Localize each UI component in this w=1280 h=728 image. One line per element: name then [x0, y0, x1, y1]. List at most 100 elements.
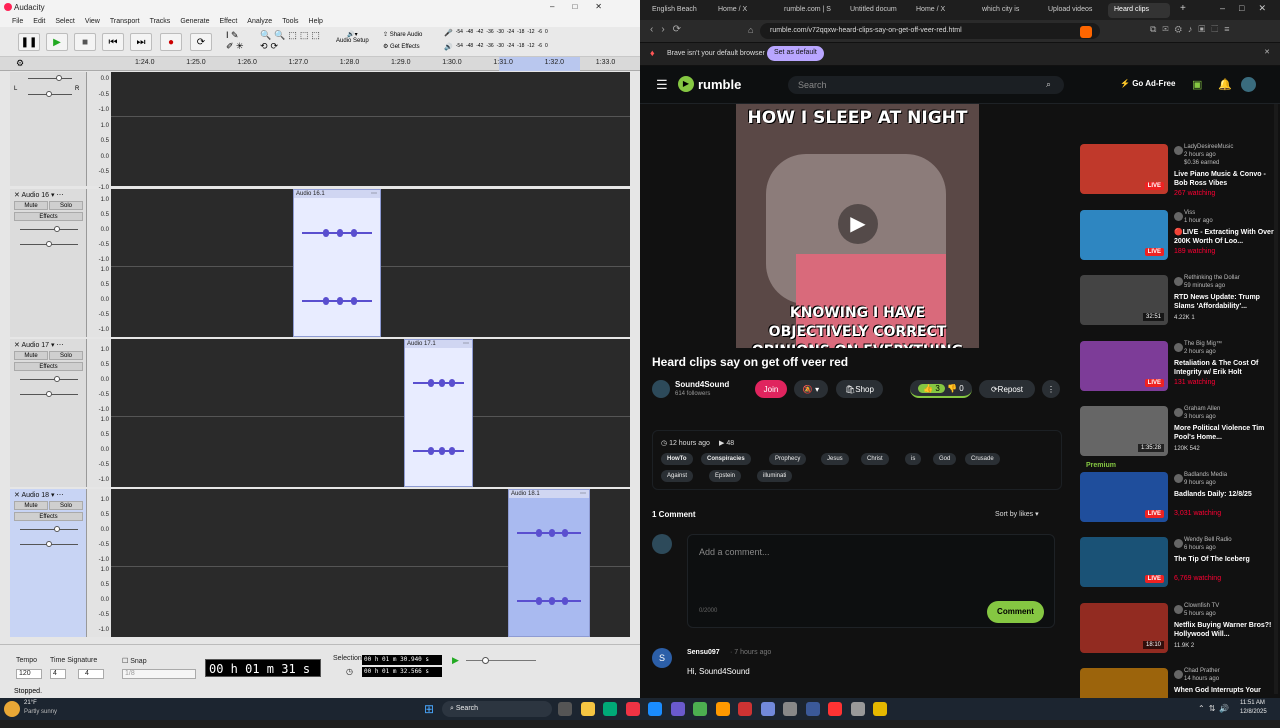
pan-slider-thumb[interactable]: [46, 241, 52, 247]
channel-name[interactable]: Sound4Sound: [675, 380, 729, 389]
rumble-logo-icon[interactable]: ▶: [678, 76, 694, 92]
sidebar-video[interactable]: 18:10 Clownfish TV 5 hours ago Netflix Buyi…: [1080, 602, 1275, 663]
video-player[interactable]: HOW I SLEEP AT NIGHT KNOWING I HAVE OBJE…: [736, 104, 979, 348]
tag-pill[interactable]: is: [905, 453, 922, 465]
video-thumbnail[interactable]: LIVE: [1080, 209, 1168, 260]
channel-name[interactable]: Badlands Media: [1184, 472, 1227, 478]
solo-button[interactable]: Solo: [49, 201, 83, 210]
menu-tracks[interactable]: Tracks: [150, 18, 171, 25]
menu-icon[interactable]: ☰: [656, 77, 668, 93]
premium-badge[interactable]: Premium: [1086, 462, 1116, 469]
edge-icon[interactable]: [648, 702, 662, 716]
channel-name[interactable]: Viss: [1184, 210, 1195, 216]
browser-icon[interactable]: [693, 702, 707, 716]
comment-input[interactable]: Add a comment...: [699, 547, 770, 557]
speed-slider-thumb[interactable]: [482, 657, 489, 664]
tag-pill[interactable]: illuminati: [757, 470, 793, 482]
channel-avatar[interactable]: [1174, 670, 1183, 679]
audio-clip[interactable]: Audio 17.1 ⋯: [404, 339, 473, 487]
video-title[interactable]: Badlands Daily: 12/8/25: [1174, 490, 1274, 499]
skip-start-button[interactable]: ⏮: [102, 33, 124, 51]
commenter-name[interactable]: Sensu097: [687, 649, 720, 656]
track-name[interactable]: ✕ Audio 16 ▾ ⋯: [14, 191, 63, 199]
gain-slider-thumb[interactable]: [54, 376, 60, 382]
selection-end[interactable]: 00 h 01 m 32.566 s: [362, 667, 442, 677]
video-title[interactable]: Retaliation & The Cost Of Integrity w/ E…: [1174, 359, 1274, 377]
channel-name[interactable]: Rethinking the Dollar: [1184, 275, 1240, 281]
audio-track[interactable]: ✕ Audio 17 ▾ ⋯ Mute Solo Effects 1.0 0.5 0.0 -0…: [10, 339, 630, 487]
comment-button[interactable]: Comment: [987, 601, 1044, 623]
selection-start[interactable]: 00 h 01 m 30.940 s: [362, 655, 442, 665]
channel-avatar[interactable]: [1174, 146, 1183, 155]
gain-slider-thumb[interactable]: [54, 526, 60, 532]
tempo-input[interactable]: 120: [16, 669, 42, 679]
discord-icon[interactable]: [760, 702, 775, 716]
video-title[interactable]: Netflix Buying Warner Bros?! Hollywood W…: [1174, 621, 1274, 639]
pan-slider[interactable]: [46, 91, 52, 97]
track-controls[interactable]: LR: [10, 72, 87, 186]
sidebar-video[interactable]: LIVE The Big Mig™ 2 hours ago Retaliation &…: [1080, 340, 1275, 401]
channel-name[interactable]: Wendy Bell Radio: [1184, 537, 1232, 543]
gain-slider-thumb[interactable]: [54, 226, 60, 232]
upload-icon[interactable]: ▣: [1192, 78, 1202, 91]
track-controls[interactable]: ✕ Audio 18 ▾ ⋯ Mute Solo Effects: [10, 489, 87, 637]
windows-start-icon[interactable]: ⊞: [424, 702, 434, 716]
video-thumbnail[interactable]: 32:51: [1080, 275, 1168, 325]
sidebar-video[interactable]: LIVE Wendy Bell Radio 6 hours ago The Tip O…: [1080, 537, 1275, 597]
brave-icon[interactable]: [625, 702, 640, 716]
weather-icon[interactable]: [4, 701, 20, 717]
scrollbar[interactable]: [1274, 104, 1278, 694]
time-display[interactable]: 00 h 01 m 31 s: [205, 659, 321, 677]
sidebar-video[interactable]: 32:51 Rethinking the Dollar 59 minutes ago…: [1080, 275, 1275, 335]
repost-button[interactable]: ⟳ Repost: [979, 380, 1035, 398]
play-button[interactable]: ▶: [46, 33, 68, 51]
tag-pill[interactable]: HowTo: [661, 453, 693, 465]
mute-button[interactable]: Mute: [14, 501, 48, 510]
play-at-speed-button[interactable]: ▶: [452, 655, 459, 666]
commenter-avatar[interactable]: S: [652, 648, 672, 668]
menu-view[interactable]: View: [85, 18, 100, 25]
join-button[interactable]: Join: [755, 380, 787, 398]
track-name[interactable]: ✕ Audio 18 ▾ ⋯: [14, 491, 63, 499]
close-icon[interactable]: ✕: [1264, 48, 1270, 56]
audio-setup-button[interactable]: 🔊▾ Audio Setup: [336, 31, 369, 44]
sort-select[interactable]: Sort by likes ▾: [995, 510, 1039, 518]
channel-avatar[interactable]: [1174, 604, 1183, 614]
sidebar-video[interactable]: LIVE Badlands Media 9 hours ago Badlands Da…: [1080, 471, 1275, 532]
browser-tab[interactable]: Heard clips: [1108, 3, 1170, 18]
gain-slider[interactable]: [20, 379, 78, 380]
channel-avatar[interactable]: [1174, 539, 1183, 548]
media-icon[interactable]: [828, 702, 842, 716]
pan-slider-thumb[interactable]: [46, 391, 52, 397]
track-partial[interactable]: LR 0.0 -0.5 -1.0 1.0 0.5 0.0 -0.5 -1.0: [10, 72, 630, 191]
brave-shield-icon[interactable]: [1080, 26, 1092, 38]
window-controls[interactable]: –□✕: [1220, 3, 1280, 14]
pause-button[interactable]: ❚❚: [18, 33, 40, 51]
notify-button[interactable]: 🔕 ▾: [794, 380, 828, 398]
audacity-icon[interactable]: [783, 702, 797, 716]
video-thumbnail[interactable]: LIVE: [1080, 537, 1168, 587]
tag-pill[interactable]: Prophecy: [769, 453, 807, 465]
menu-effect[interactable]: Effect: [220, 18, 238, 25]
speed-slider[interactable]: [466, 660, 536, 661]
audio-clip[interactable]: Audio 16.1 ⋯: [293, 189, 381, 337]
browser-tab[interactable]: rumble.com | S: [778, 3, 840, 18]
video-thumbnail[interactable]: 18:10: [1080, 602, 1168, 653]
system-tray-icons[interactable]: ⌃⇅🔊: [1198, 704, 1233, 713]
video-title[interactable]: More Political Violence Tim Pool's Home.…: [1174, 424, 1274, 442]
channel-name[interactable]: Clownfish TV: [1184, 603, 1219, 609]
pan-slider-thumb[interactable]: [46, 541, 52, 547]
effects-button[interactable]: Effects: [14, 362, 83, 371]
effects-button[interactable]: Effects: [14, 212, 83, 221]
go-ad-free-button[interactable]: ⚡ Go Ad-Free: [1120, 79, 1175, 88]
taskbar-search[interactable]: ⌕ Search: [442, 701, 552, 717]
menu-transport[interactable]: Transport: [110, 18, 140, 25]
rumble-logo-text[interactable]: rumble: [698, 77, 741, 92]
snap-checkbox[interactable]: ☐ Snap: [122, 657, 147, 665]
gear-icon[interactable]: ⚙: [16, 58, 24, 69]
set-default-button[interactable]: Set as default: [767, 46, 824, 61]
terminal-icon[interactable]: [850, 702, 865, 716]
audio-track[interactable]: ✕ Audio 18 ▾ ⋯ Mute Solo Effects 1.0 0.5 0.0 -0…: [10, 489, 630, 637]
share-audio-button[interactable]: ⇪ Share Audio: [383, 31, 422, 38]
sidebar-video[interactable]: 1:35:28 Graham Allen 3 hours ago More Polit…: [1080, 406, 1275, 469]
